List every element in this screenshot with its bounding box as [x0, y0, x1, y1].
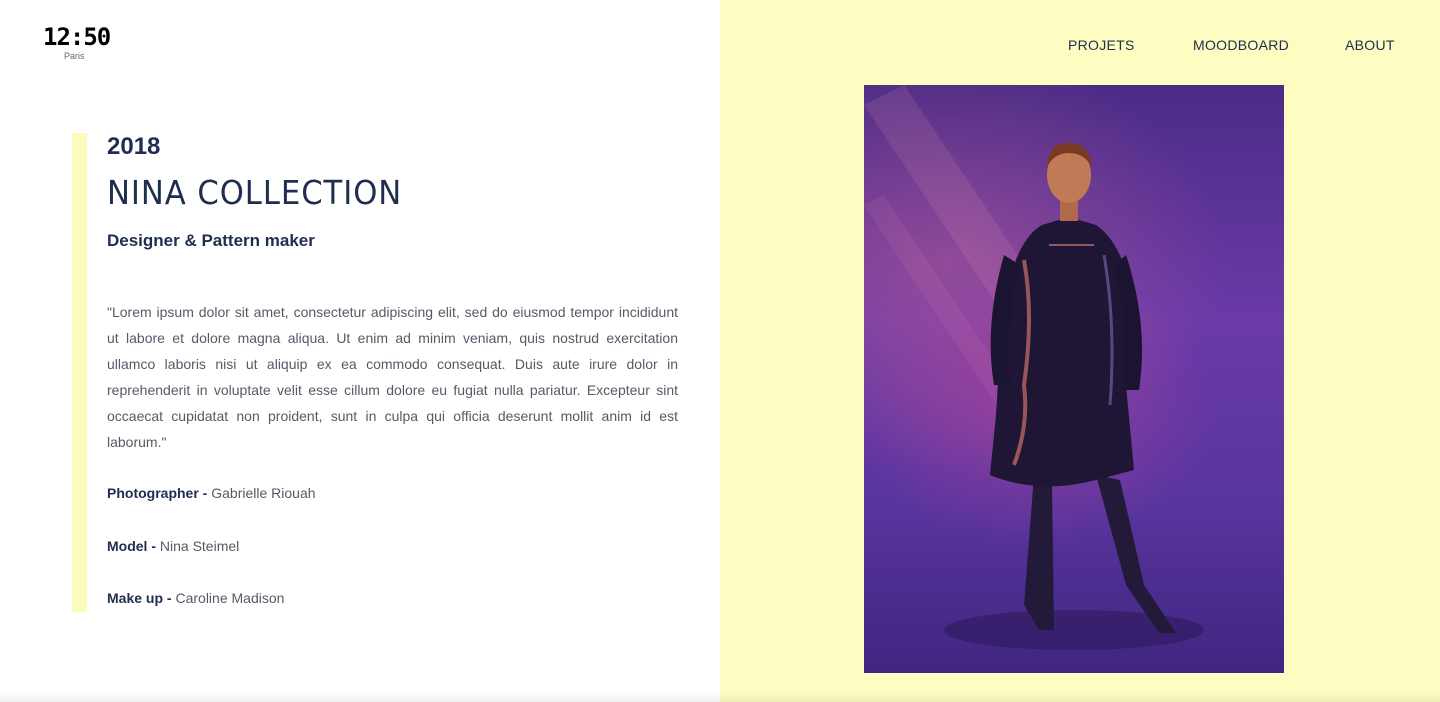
bottom-shadow — [0, 692, 1440, 702]
credit-role: Photographer - — [107, 485, 212, 501]
nav-link-about[interactable]: ABOUT — [1345, 37, 1395, 53]
nav-link-projets[interactable]: PROJETS — [1068, 37, 1135, 53]
project-photo — [864, 85, 1284, 673]
logo-time: 12:50 — [43, 23, 111, 51]
project-role: Designer & Pattern maker — [107, 231, 315, 250]
page: 12:50 Paris 2018 NINA COLLECTION Designe… — [0, 0, 1440, 702]
left-panel: 12:50 Paris 2018 NINA COLLECTION Designe… — [0, 0, 720, 702]
project-year: 2018 — [107, 133, 161, 160]
credit-name: Caroline Madison — [175, 590, 285, 606]
credit-role: Model - — [107, 538, 160, 554]
project-description: "Lorem ipsum dolor sit amet, consectetur… — [107, 304, 678, 450]
credit-model: Model - Nina Steimel — [107, 538, 239, 554]
logo[interactable]: 12:50 Paris — [43, 23, 113, 66]
project-title: NINA COLLECTION — [107, 173, 403, 212]
credit-name: Nina Steimel — [159, 538, 240, 554]
project-details: 2018 NINA COLLECTION Designer & Pattern … — [72, 133, 692, 612]
credit-photographer: Photographer - Gabrielle Riouah — [107, 485, 316, 501]
model-figure — [864, 85, 1204, 650]
credit-name: Gabrielle Riouah — [211, 485, 316, 501]
credit-role: Make up - — [107, 590, 176, 606]
logo-city: Paris — [64, 51, 85, 61]
right-panel: PROJETS MOODBOARD ABOUT — [720, 0, 1440, 702]
main-nav: PROJETS MOODBOARD ABOUT — [720, 37, 1440, 57]
credit-makeup: Make up - Caroline Madison — [107, 590, 284, 606]
accent-bar — [72, 133, 87, 612]
nav-link-moodboard[interactable]: MOODBOARD — [1193, 37, 1289, 53]
